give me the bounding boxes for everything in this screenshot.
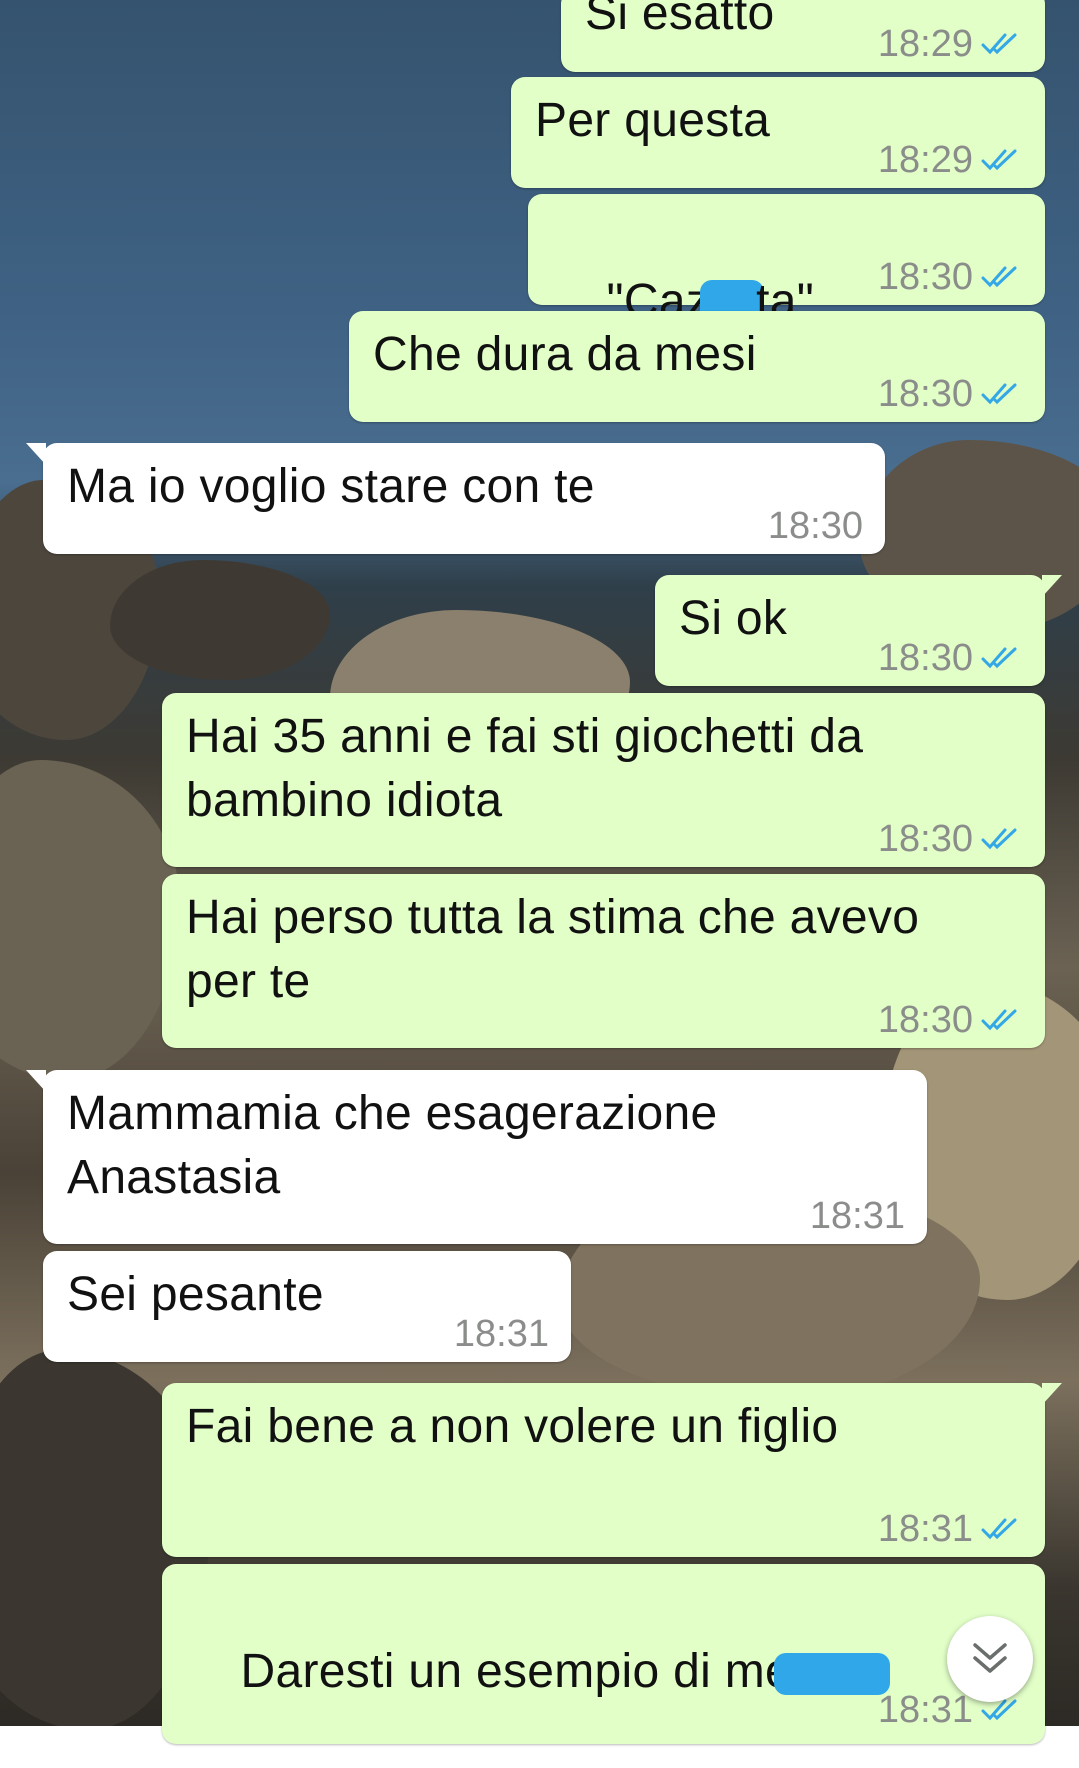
message-time: 18:31: [877, 1507, 973, 1550]
message-meta: 18:30: [878, 998, 1023, 1042]
double-chevron-down-icon: [973, 1643, 1007, 1673]
message-time: 18:30: [877, 817, 973, 860]
outgoing-message[interactable]: Daresti un esempio di me 18:31: [162, 1564, 1045, 1744]
outgoing-message[interactable]: Che dura da mesi 18:30: [349, 311, 1045, 422]
message-time: 18:29: [877, 22, 973, 65]
message-time: 18:31: [809, 1194, 905, 1237]
redaction-mark: [774, 1653, 890, 1696]
message-text: Per questa: [535, 94, 771, 147]
message-text: Hai 35 anni e fai sti giochetti da bambi…: [186, 710, 864, 827]
message-meta: 18:31: [454, 1312, 549, 1356]
scroll-to-bottom-button[interactable]: [947, 1616, 1033, 1702]
read-receipt-icon: [981, 266, 1017, 288]
message-meta: 18:30: [878, 255, 1023, 299]
message-time: 18:29: [877, 138, 973, 181]
message-time: 18:31: [877, 1688, 973, 1731]
incoming-message[interactable]: Ma io voglio stare con te 18:30: [26, 443, 885, 554]
message-time: 18:30: [877, 255, 973, 298]
read-receipt-icon: [981, 383, 1017, 405]
message-text: Ma io voglio stare con te: [67, 460, 595, 513]
wallpaper-rock: [0, 760, 180, 1080]
read-receipt-icon: [981, 1009, 1017, 1031]
outgoing-message[interactable]: "Caz ta" 18:30: [528, 194, 1045, 329]
message-text-start: Daresti un esempio di me: [240, 1645, 792, 1698]
message-time: 18:31: [453, 1312, 549, 1355]
read-receipt-icon: [981, 149, 1017, 171]
read-receipt-icon: [981, 1518, 1017, 1540]
outgoing-message[interactable]: Hai 35 anni e fai sti giochetti da bambi…: [162, 693, 1045, 867]
message-meta: 18:30: [878, 636, 1023, 680]
incoming-message[interactable]: Sei pesante 18:31: [43, 1251, 571, 1362]
message-meta: 18:31: [878, 1507, 1023, 1551]
message-text: Fai bene a non volere un figlio: [186, 1400, 839, 1453]
message-meta: 18:30: [878, 817, 1023, 861]
wallpaper-rock: [110, 560, 330, 680]
message-meta: 18:29: [878, 22, 1023, 66]
outgoing-message[interactable]: Hai perso tutta la stima che avevo per t…: [162, 874, 1045, 1048]
message-meta: 18:29: [878, 138, 1023, 182]
message-text: Hai perso tutta la stima che avevo per t…: [186, 891, 920, 1008]
incoming-message[interactable]: Mammamia che esagerazione Anastasia 18:3…: [26, 1070, 927, 1244]
outgoing-message[interactable]: Si ok 18:30: [655, 575, 1062, 686]
read-receipt-icon: [981, 33, 1017, 55]
message-time: 18:30: [877, 372, 973, 415]
outgoing-message[interactable]: Per questa 18:29: [511, 77, 1045, 188]
read-receipt-icon: [981, 647, 1017, 669]
message-text: Si esatto: [585, 0, 775, 40]
message-meta: 18:31: [810, 1194, 905, 1238]
outgoing-message[interactable]: Si esatto 18:29: [561, 0, 1045, 72]
message-time: 18:30: [877, 636, 973, 679]
message-meta: 18:30: [768, 504, 863, 548]
message-meta: 18:30: [878, 372, 1023, 416]
outgoing-message[interactable]: Fai bene a non volere un figlio 18:31: [162, 1383, 1062, 1557]
message-text: Si ok: [679, 592, 788, 645]
read-receipt-icon: [981, 828, 1017, 850]
message-text: Che dura da mesi: [373, 328, 757, 381]
message-text: Daresti un esempio di me: [186, 1576, 890, 1768]
message-time: 18:30: [877, 998, 973, 1041]
message-text: Sei pesante: [67, 1268, 324, 1321]
message-time: 18:30: [767, 504, 863, 547]
message-text: Mammamia che esagerazione Anastasia: [67, 1087, 718, 1204]
